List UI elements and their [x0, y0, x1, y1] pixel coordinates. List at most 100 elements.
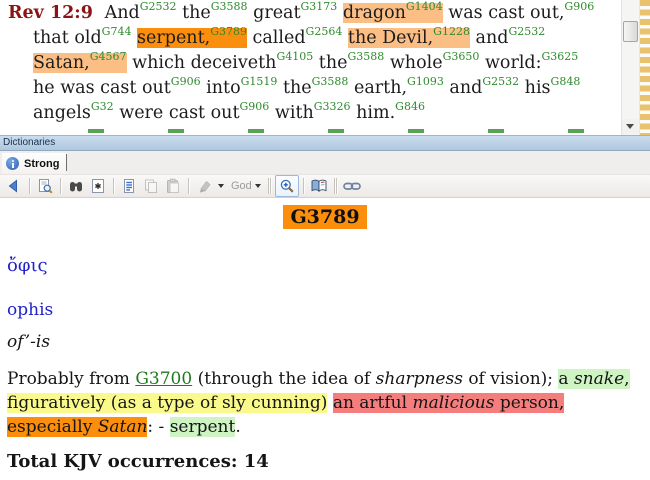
- toolbar-separator: [302, 178, 304, 194]
- book-view-icon: [311, 179, 327, 192]
- text-segment: serpent,G3789: [137, 25, 247, 48]
- text: : -: [147, 417, 170, 437]
- text-segment: snake: [573, 369, 625, 389]
- back-arrow-icon: [8, 179, 17, 193]
- strongs-number[interactable]: G3588: [211, 0, 248, 13]
- text: angels: [33, 103, 91, 123]
- text: serpent: [169, 417, 236, 437]
- panel-title: Dictionaries: [3, 137, 56, 148]
- compare-link-button[interactable]: [341, 176, 363, 196]
- strongs-link[interactable]: G3700: [135, 369, 192, 389]
- text: And: [104, 3, 140, 23]
- strongs-number[interactable]: G1519: [241, 75, 278, 88]
- strongs-number[interactable]: G2532: [140, 0, 177, 13]
- total-occurrences: Total KJV occurrences: 14: [7, 451, 269, 472]
- text: and: [475, 28, 509, 48]
- toolbar-separator: [113, 178, 114, 194]
- text-segment: he was cast outG906: [33, 75, 201, 98]
- text-segment: theG3588: [283, 75, 349, 98]
- text: a: [558, 369, 574, 389]
- text: called: [252, 28, 306, 48]
- strongs-number[interactable]: G3625: [542, 50, 579, 63]
- strongs-number[interactable]: G2532: [482, 75, 519, 88]
- binoculars-search-icon: [70, 182, 82, 192]
- strongs-number[interactable]: G3650: [443, 50, 480, 63]
- text-segment: a: [558, 369, 574, 389]
- strongs-number[interactable]: G846: [395, 100, 425, 113]
- info-icon: [6, 157, 19, 170]
- text-segment: angelsG32: [33, 100, 114, 123]
- text: were cast out: [119, 103, 240, 123]
- strongs-number[interactable]: G906: [171, 75, 201, 88]
- text-segment: AndG2532: [104, 0, 177, 23]
- down-arrow-icon: [626, 124, 634, 129]
- highlighter-dropdown-arrow-icon[interactable]: [218, 184, 224, 188]
- search-button[interactable]: [65, 176, 87, 196]
- app-window: { "window": { "panel_title": "Dictionari…: [0, 0, 650, 480]
- highlighter-icon: [199, 180, 211, 193]
- text-segment: of vision);: [463, 369, 558, 389]
- strongs-number[interactable]: G1404: [406, 0, 443, 13]
- strongs-number[interactable]: G1228: [433, 25, 470, 38]
- back-button[interactable]: [3, 176, 25, 196]
- bible-pane: Rev 12:9 AndG2532 theG3588 greatG3173 dr…: [0, 0, 650, 135]
- definition-line: figuratively (as a type of sly cunning) …: [7, 391, 650, 415]
- definition-line: Probably from G3700 (through the idea of…: [7, 367, 650, 391]
- text: of vision);: [462, 369, 559, 389]
- strongs-number[interactable]: G4105: [276, 50, 313, 63]
- strongs-number[interactable]: G3588: [347, 50, 384, 63]
- zoom-button[interactable]: [274, 175, 299, 197]
- strongs-number[interactable]: G3588: [312, 75, 349, 88]
- toolbar-separator: [269, 178, 271, 194]
- text-segment: world:G3625: [485, 50, 579, 73]
- tint-dropdown-arrow-icon[interactable]: [254, 184, 261, 188]
- strongs-number[interactable]: G848: [551, 75, 581, 88]
- strongs-number[interactable]: G2564: [306, 25, 343, 38]
- paste-icon: [167, 178, 179, 193]
- text: was cast out,: [448, 3, 565, 23]
- text: earth,: [354, 78, 408, 98]
- strongs-number[interactable]: G744: [102, 25, 132, 38]
- tab-strong[interactable]: Strong: [2, 153, 68, 174]
- text: he was cast out: [33, 78, 171, 98]
- search-document-button[interactable]: [87, 176, 109, 196]
- select-all-button[interactable]: [118, 176, 140, 196]
- strongs-number[interactable]: G2532: [508, 25, 545, 38]
- greek-word: ὄφις: [7, 255, 48, 276]
- text-segment: dragonG1404: [342, 0, 443, 23]
- text-segment: greatG3173: [253, 0, 338, 23]
- strongs-number[interactable]: G1093: [407, 75, 444, 88]
- text: Satan,: [33, 53, 90, 73]
- text-segment: : -: [147, 417, 169, 437]
- lookup-button[interactable]: [34, 176, 56, 196]
- text: (through the idea of: [192, 369, 376, 389]
- text: the: [318, 53, 348, 73]
- strongs-number[interactable]: G32: [91, 100, 114, 113]
- strongs-number[interactable]: G4567: [90, 50, 127, 63]
- strongs-number[interactable]: G3173: [301, 0, 338, 13]
- text[interactable]: G3700: [135, 369, 192, 389]
- text-segment: .: [235, 417, 240, 437]
- text-segment: theG3588: [182, 0, 248, 23]
- verse-reference: Rev 12:9: [8, 3, 99, 23]
- definition-line: especially Satan: - serpent.: [7, 415, 650, 439]
- verse-line: he was cast outG906 intoG1519 theG3588 e…: [33, 76, 620, 101]
- scrollbar-thumb[interactable]: [623, 21, 638, 42]
- strongs-number[interactable]: G906: [564, 0, 594, 13]
- dictionary-toolbar: God: [0, 175, 650, 198]
- text-segment: Satan: [97, 417, 148, 437]
- text-segment: wholeG3650: [390, 50, 480, 73]
- strongs-number[interactable]: G3326: [314, 100, 351, 113]
- text-segment: was cast out,G906: [448, 0, 594, 23]
- text: serpent,: [137, 28, 211, 48]
- verse-line: Rev 12:9 AndG2532 theG3588 greatG3173 dr…: [8, 1, 620, 26]
- bible-scrollbar[interactable]: [621, 0, 639, 135]
- book-view-button[interactable]: [308, 176, 330, 196]
- text: and: [449, 78, 483, 98]
- scrollbar-down-button[interactable]: [622, 119, 638, 134]
- strongs-number[interactable]: G906: [240, 100, 270, 113]
- strongs-headword: G3789: [283, 205, 367, 229]
- text-segment: figuratively (as a type of sly cunning): [7, 393, 328, 413]
- text-segment: which deceivethG4105: [132, 50, 313, 73]
- strongs-number[interactable]: G3789: [210, 25, 247, 38]
